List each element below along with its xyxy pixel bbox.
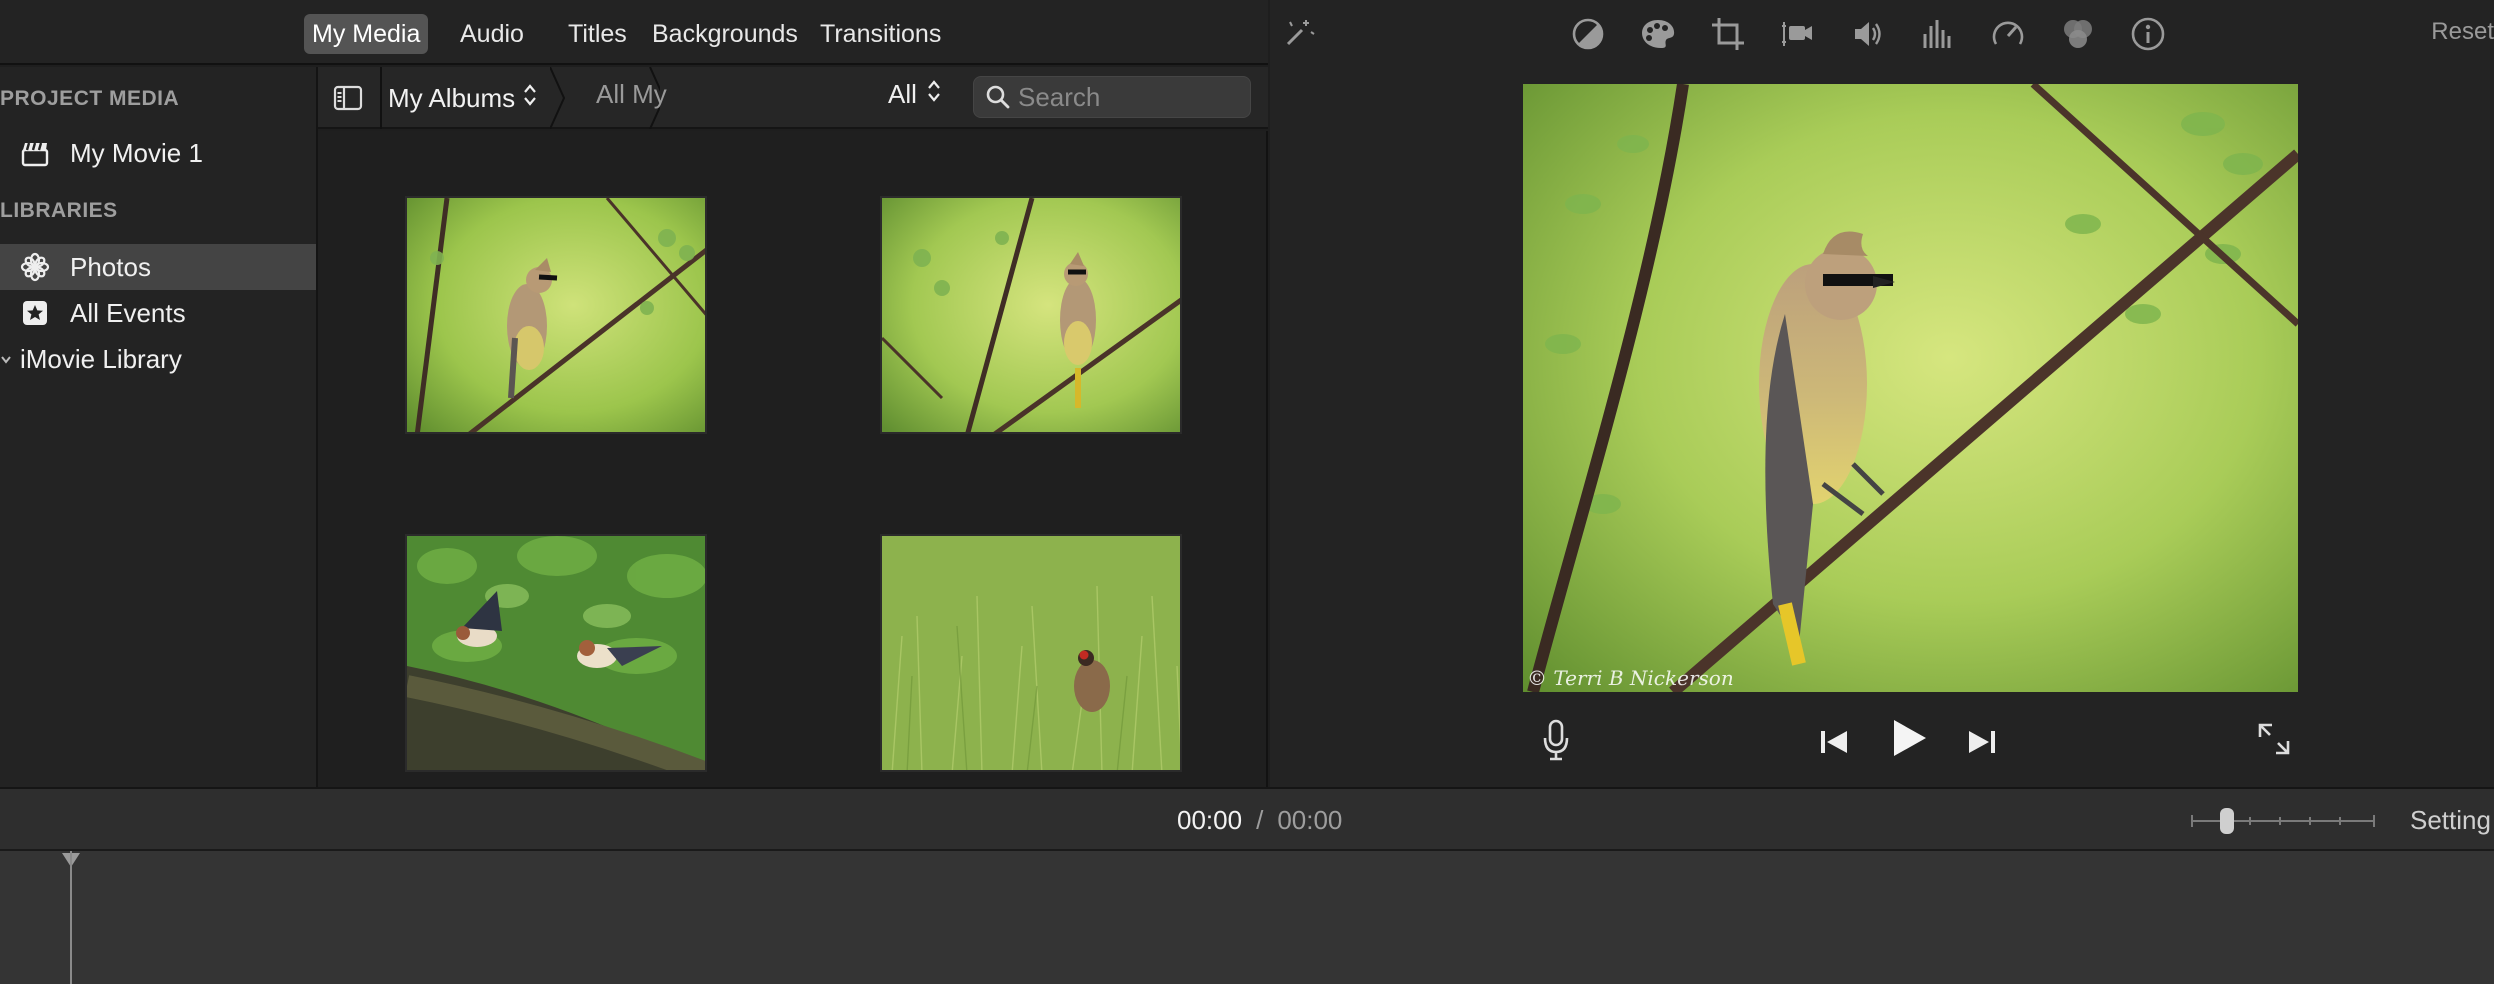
sidebar-item-my-movie[interactable]: My Movie 1 <box>0 130 316 176</box>
sidebar-item-imovie-library[interactable]: iMovie Library <box>0 336 316 382</box>
browser-tab-bar: My Media Audio Titles Backgrounds Transi… <box>0 0 1268 65</box>
sidebar-item-label: All Events <box>70 297 186 328</box>
tab-transitions[interactable]: Transitions <box>812 14 949 54</box>
tab-titles[interactable]: Titles <box>560 14 635 54</box>
sidebar-item-label: My Movie 1 <box>70 137 203 168</box>
time-separator: / <box>1256 805 1264 835</box>
magic-wand-icon[interactable] <box>1278 14 1318 54</box>
search-field[interactable] <box>973 76 1251 118</box>
sidebar-toggle-icon[interactable] <box>332 81 364 115</box>
sidebar-item-photos[interactable]: Photos <box>0 244 316 290</box>
color-balance-icon[interactable] <box>1568 14 1608 54</box>
microphone-icon[interactable] <box>1534 718 1578 762</box>
volume-icon[interactable] <box>1848 14 1888 54</box>
timeline-header: 00:00 / 00:00 Setting <box>0 787 2494 851</box>
tab-backgrounds[interactable]: Backgrounds <box>644 14 806 54</box>
imovie-window: My Media Audio Titles Backgrounds Transi… <box>0 0 2494 984</box>
albums-label: My Albums <box>388 83 516 113</box>
play-icon[interactable] <box>1886 716 1930 760</box>
timecode: 00:00 / 00:00 <box>1177 805 1342 836</box>
photo-watermark: © Terri B Nickerson <box>1527 666 1734 690</box>
toolbar-divider <box>380 67 382 129</box>
current-time: 00:00 <box>1177 805 1243 835</box>
search-icon <box>978 84 1018 110</box>
up-down-chevron-icon <box>927 79 941 110</box>
filter-label: All <box>888 79 917 109</box>
clip-filter-popup[interactable]: All <box>888 79 941 110</box>
sidebar-item-label: iMovie Library <box>20 343 182 374</box>
stabilization-icon[interactable] <box>1778 14 1818 54</box>
search-input[interactable] <box>1018 81 1238 113</box>
playhead[interactable] <box>70 851 72 984</box>
viewer-toolbar: Reset <box>1270 0 2494 72</box>
clapperboard-icon <box>18 136 52 170</box>
libraries-heading: LIBRARIES <box>0 199 118 222</box>
crop-icon[interactable] <box>1708 14 1748 54</box>
media-thumbnail-2[interactable] <box>880 196 1182 434</box>
skip-back-icon[interactable] <box>1812 720 1856 764</box>
fullscreen-icon[interactable] <box>2252 717 2296 761</box>
chevron-down-icon[interactable] <box>0 349 14 370</box>
sidebar-item-all-events[interactable]: All Events <box>0 290 316 336</box>
star-icon <box>18 296 52 330</box>
speed-icon[interactable] <box>1988 14 2028 54</box>
reset-button[interactable]: Reset <box>2431 18 2494 46</box>
tab-my-media[interactable]: My Media <box>304 14 429 54</box>
media-thumbnail-1[interactable] <box>405 196 707 434</box>
tab-audio[interactable]: Audio <box>452 14 532 54</box>
skip-forward-icon[interactable] <box>1960 720 2004 764</box>
photos-icon <box>18 250 52 284</box>
sidebar-item-label: Photos <box>70 251 151 282</box>
preview-image: © Terri B Nickerson <box>1523 84 2298 692</box>
media-thumbnail-4[interactable] <box>880 534 1182 772</box>
breadcrumb[interactable]: All My <box>596 79 667 110</box>
total-time: 00:00 <box>1277 805 1343 835</box>
noise-reduction-icon[interactable] <box>1918 14 1958 54</box>
media-browser <box>318 131 1268 787</box>
libraries-sidebar: PROJECT MEDIA My Movie 1 LIBRARIES Photo… <box>0 67 318 787</box>
timeline-zoom-slider[interactable] <box>2190 807 2376 835</box>
viewer: © Terri B Nickerson <box>1270 72 2494 787</box>
project-media-heading: PROJECT MEDIA <box>0 87 180 110</box>
browser-toolbar: My Albums All My All <box>318 67 1268 129</box>
info-icon[interactable] <box>2128 14 2168 54</box>
settings-button[interactable]: Setting <box>2410 805 2491 836</box>
albums-popup[interactable]: My Albums <box>388 77 537 119</box>
media-thumbnail-3[interactable] <box>405 534 707 772</box>
up-down-chevron-icon <box>523 77 537 119</box>
clip-filter-icon[interactable] <box>2058 14 2098 54</box>
timeline-area[interactable] <box>0 851 2494 984</box>
color-correction-icon[interactable] <box>1638 14 1678 54</box>
